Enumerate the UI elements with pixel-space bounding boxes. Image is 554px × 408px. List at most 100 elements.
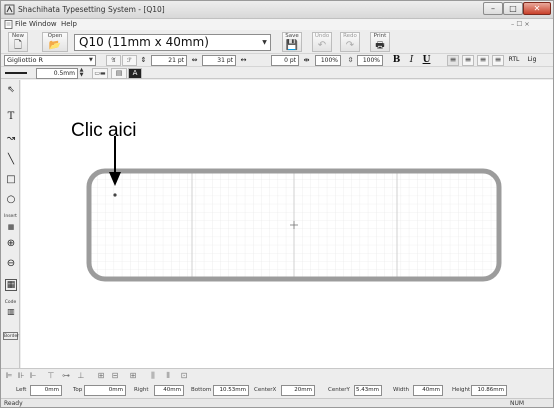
right-input[interactable]: 40mm [154,385,184,396]
align-centers-icon[interactable]: ⊪ [16,371,26,381]
ellipse-tool-icon[interactable]: ○ [5,194,17,206]
align-right-icon[interactable]: ≡ [477,55,489,66]
line-toolbar: 0.5mm ▲ ▼ ▭▬ ▤ A [1,67,553,79]
undo-button[interactable]: Undo ↶ [312,32,332,52]
status-bar: Ready NUM [1,398,553,407]
text-color-button[interactable]: A [128,68,142,79]
italic-button[interactable]: I [406,54,417,66]
new-document-icon: 🗋 [13,40,23,51]
left-label: Left [16,387,27,393]
same-size-icon[interactable]: ⊡ [179,371,189,381]
line-tool-icon[interactable]: ╲ [5,154,17,166]
height-a-input[interactable]: 21 pt [151,55,187,66]
centerx-input[interactable]: 20mm [281,385,315,396]
label-type-select[interactable]: Q10 (11mm x 40mm) [74,34,271,51]
app-icon [4,4,15,15]
width-label: Width [393,387,409,393]
line-style-sample[interactable] [5,72,27,74]
chevron-down-icon[interactable]: ▼ [259,35,270,50]
minimize-button[interactable]: – [483,2,503,15]
chevron-down-icon[interactable]: ▼ [89,57,93,63]
line-width-spinner[interactable]: ▲ ▼ [78,68,85,79]
bottom-input[interactable]: 10.53mm [213,385,249,396]
width-input[interactable]: 40mm [413,385,443,396]
image-insert-icon[interactable]: ▦ [5,221,17,233]
new-button-label: New [12,33,24,39]
maximize-button[interactable]: □ [503,2,523,15]
distribute-horizontal-icon[interactable]: ⫼ [148,371,158,381]
align-left-edges-icon[interactable]: ⊫ [4,371,14,381]
centery-input[interactable]: 5.43mm [354,385,382,396]
undo-icon: ↶ [317,40,327,51]
print-button-label: Print [373,33,387,39]
char-spacing-input[interactable]: 0 pt [271,55,299,66]
title-bar: Shachihata Typesetting System - [Q10] – … [1,1,553,19]
rtl-button[interactable]: RTL [507,54,521,66]
pointer-tool-icon[interactable]: ⇖ [5,84,17,96]
redo-icon: ↷ [345,40,355,51]
bold-button[interactable]: B [391,54,402,66]
center-horizontal-icon[interactable]: ⊞ [96,371,106,381]
window-title: Shachihata Typesetting System - [Q10] [18,5,165,14]
right-label: Right [134,387,149,393]
folder-open-icon: 📂 [48,40,62,51]
underline-button[interactable]: U [421,54,432,66]
new-button[interactable]: New 🗋 [8,32,28,52]
align-tops-icon[interactable]: ⊤ [46,371,56,381]
zoom-out-icon[interactable]: ⊖ [5,258,17,270]
align-right-edges-icon[interactable]: ⊩ [28,371,38,381]
barcode-icon[interactable]: ▥ [5,306,17,318]
font-style-button[interactable]: 𝔄 [106,55,121,66]
left-input[interactable]: 0mm [30,385,62,396]
fill-pattern-button[interactable]: ▤ [111,68,127,79]
menu-window[interactable]: Window [29,20,57,28]
rectangle-tool-icon[interactable]: □ [5,174,17,186]
height-scale-input[interactable]: 100% [357,55,383,66]
font-select[interactable]: Gigliottio R [4,55,96,66]
menu-help[interactable]: Help [61,20,77,28]
bottom-label: Bottom [191,387,212,393]
save-button[interactable]: Save 💾 [282,32,302,52]
centery-label: CenterY [328,387,350,393]
line-pattern-button[interactable]: ▭▬ [92,68,108,79]
distribute-vertical-icon[interactable]: ⫴ [163,371,173,381]
insert-tool-button[interactable]: Insert [3,214,18,219]
text-tool-icon[interactable]: T [5,111,17,123]
menu-file[interactable]: File [15,20,27,28]
redo-button[interactable]: Redo ↷ [340,32,360,52]
format-toolbar: Gigliottio R ▼ 𝔄 ℱ ⇕ 21 pt ⇔ 31 pt ↔ 0 p… [1,54,553,67]
char-spacing-icon: ↔ [240,56,247,64]
close-button[interactable]: ✕ [523,2,551,15]
open-button[interactable]: Open 📂 [42,32,68,52]
align-left-icon[interactable]: ≡ [447,55,459,66]
width-scale-input[interactable]: 100% [315,55,341,66]
document-window-controls[interactable]: – ☐ × [511,20,530,28]
print-button[interactable]: Print 🖶 [370,32,390,52]
design-canvas[interactable]: Clic aici [21,80,553,368]
top-label: Top [73,387,83,393]
text-width-icon: ⇔ [191,56,198,64]
curved-text-tool-icon[interactable]: ↝ [5,133,17,145]
position-toolbar: Left 0mm Top 0mm Right 40mm Bottom 10.53… [1,383,553,398]
line-width-input[interactable]: 0.5mm [36,68,78,79]
floppy-disk-icon: 💾 [285,40,299,51]
top-input[interactable]: 0mm [84,385,126,396]
num-lock-indicator: NUM [510,400,525,407]
align-middles-icon[interactable]: ⊶ [61,371,71,381]
barcode-tool-button[interactable]: Code [3,300,18,305]
zoom-in-icon[interactable]: ⊕ [5,238,17,250]
grid-toggle-icon[interactable]: ▦ [5,279,17,291]
center-page-icon[interactable]: ⊞ [128,371,138,381]
status-text: Ready [4,400,23,407]
height-input[interactable]: 10.86mm [471,385,507,396]
align-center-icon[interactable]: ≡ [462,55,474,66]
border-tool-button[interactable]: Border [3,332,19,340]
align-justify-icon[interactable]: ≡ [492,55,504,66]
align-bottoms-icon[interactable]: ⊥ [76,371,86,381]
ligature-button[interactable]: Lig [525,54,539,66]
center-vertical-icon[interactable]: ⊟ [110,371,120,381]
alignment-toolbar: ⊫ ⊪ ⊩ ⊤ ⊶ ⊥ ⊞ ⊟ ⊞ ⫼ ⫴ ⊡ [1,368,553,383]
undo-button-label: Undo [314,33,330,39]
font-size-button[interactable]: ℱ [122,55,137,66]
height-b-input[interactable]: 31 pt [202,55,236,66]
